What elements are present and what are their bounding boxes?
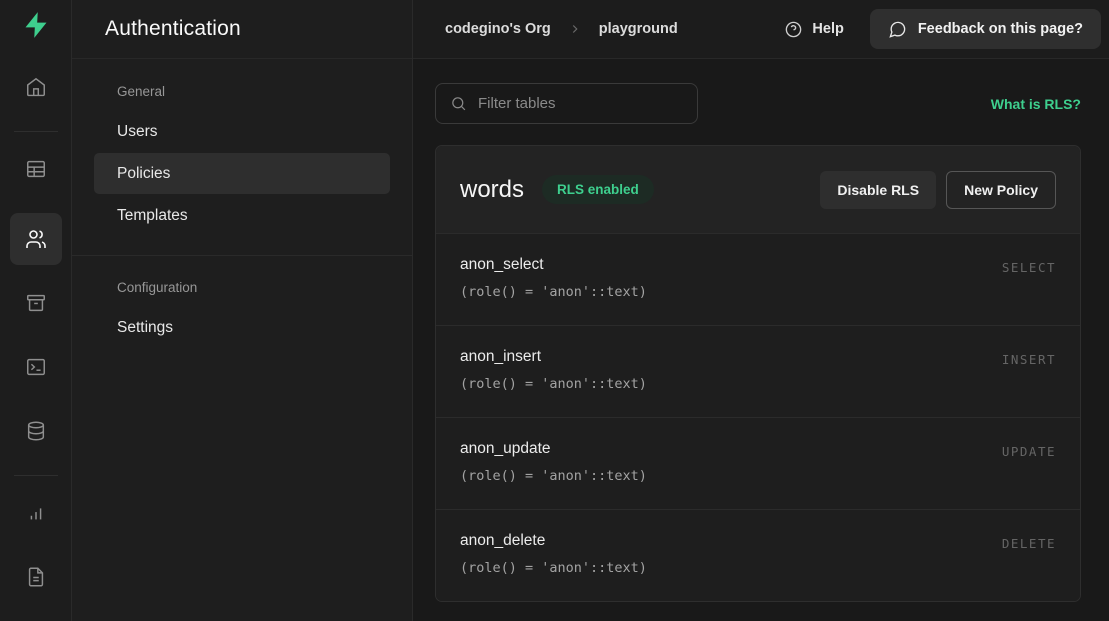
top-header: codegino's Org playground Help Feedback … xyxy=(413,0,1109,59)
policy-row-anon-update[interactable]: anon_update (role() = 'anon'::text) UPDA… xyxy=(436,417,1080,509)
help-label: Help xyxy=(812,21,843,37)
policy-name: anon_select xyxy=(460,256,647,274)
database-icon[interactable] xyxy=(16,411,56,451)
policy-definition: (role() = 'anon'::text) xyxy=(460,284,647,300)
table-name: words xyxy=(460,176,524,204)
filter-tables-input[interactable] xyxy=(435,83,698,124)
filter-input-wrap xyxy=(435,83,698,124)
sidebar-header: Authentication xyxy=(72,0,412,59)
policies-content: What is RLS? words RLS enabled Disable R… xyxy=(413,59,1109,602)
policy-definition: (role() = 'anon'::text) xyxy=(460,560,647,576)
storage-icon[interactable] xyxy=(16,283,56,323)
breadcrumb-project[interactable]: playground xyxy=(599,21,678,37)
supabase-logo[interactable] xyxy=(0,0,71,50)
filter-row: What is RLS? xyxy=(435,83,1095,124)
product-sidebar: Authentication General Users Policies Te… xyxy=(72,0,413,621)
sidebar-item-policies[interactable]: Policies xyxy=(94,153,390,194)
policy-definition: (role() = 'anon'::text) xyxy=(460,376,647,392)
rail-divider xyxy=(14,131,58,132)
rail-nav xyxy=(0,50,71,621)
speech-bubble-icon xyxy=(888,20,907,39)
policy-command-badge: DELETE xyxy=(1002,536,1056,551)
sidebar-nav: General Users Policies Templates Configu… xyxy=(72,59,412,349)
home-icon[interactable] xyxy=(16,67,56,107)
sql-editor-icon[interactable] xyxy=(16,347,56,387)
auth-users-icon[interactable] xyxy=(10,213,62,265)
sidebar-item-users[interactable]: Users xyxy=(94,111,390,152)
icon-rail xyxy=(0,0,72,621)
policy-definition: (role() = 'anon'::text) xyxy=(460,468,647,484)
breadcrumb-org[interactable]: codegino's Org xyxy=(445,21,551,37)
help-circle-icon xyxy=(784,20,803,39)
policy-row-anon-select[interactable]: anon_select (role() = 'anon'::text) SELE… xyxy=(436,233,1080,325)
app-root: Authentication General Users Policies Te… xyxy=(0,0,1109,621)
rls-enabled-badge: RLS enabled xyxy=(542,175,654,204)
logs-icon[interactable] xyxy=(16,557,56,597)
policy-command-badge: UPDATE xyxy=(1002,444,1056,459)
sidebar-item-settings[interactable]: Settings xyxy=(94,307,390,348)
policy-row-anon-insert[interactable]: anon_insert (role() = 'anon'::text) INSE… xyxy=(436,325,1080,417)
table-policies-card: words RLS enabled Disable RLS New Policy… xyxy=(435,145,1081,602)
policy-name: anon_update xyxy=(460,440,647,458)
what-is-rls-link[interactable]: What is RLS? xyxy=(991,96,1081,112)
sidebar-divider xyxy=(72,255,412,256)
sidebar-item-templates[interactable]: Templates xyxy=(94,195,390,236)
reports-icon[interactable] xyxy=(16,493,56,533)
main-panel: codegino's Org playground Help Feedback … xyxy=(413,0,1109,621)
breadcrumb: codegino's Org playground xyxy=(445,21,678,37)
disable-rls-button[interactable]: Disable RLS xyxy=(820,171,936,209)
nav-section-header-general: General xyxy=(94,84,390,99)
feedback-button[interactable]: Feedback on this page? xyxy=(870,9,1101,49)
table-editor-icon[interactable] xyxy=(16,149,56,189)
feedback-label: Feedback on this page? xyxy=(918,21,1083,37)
policy-command-badge: SELECT xyxy=(1002,260,1056,275)
policy-command-badge: INSERT xyxy=(1002,352,1056,367)
policy-name: anon_insert xyxy=(460,348,647,366)
nav-section-header-configuration: Configuration xyxy=(94,280,390,295)
table-card-header: words RLS enabled Disable RLS New Policy xyxy=(436,146,1080,233)
new-policy-button[interactable]: New Policy xyxy=(946,171,1056,209)
policy-name: anon_delete xyxy=(460,532,647,550)
header-right: Help Feedback on this page? xyxy=(784,9,1101,49)
chevron-right-icon xyxy=(568,22,582,36)
page-title: Authentication xyxy=(105,17,241,41)
help-button[interactable]: Help xyxy=(784,20,843,39)
policy-row-anon-delete[interactable]: anon_delete (role() = 'anon'::text) DELE… xyxy=(436,509,1080,601)
supabase-bolt-icon xyxy=(22,11,50,39)
rail-divider xyxy=(14,475,58,476)
